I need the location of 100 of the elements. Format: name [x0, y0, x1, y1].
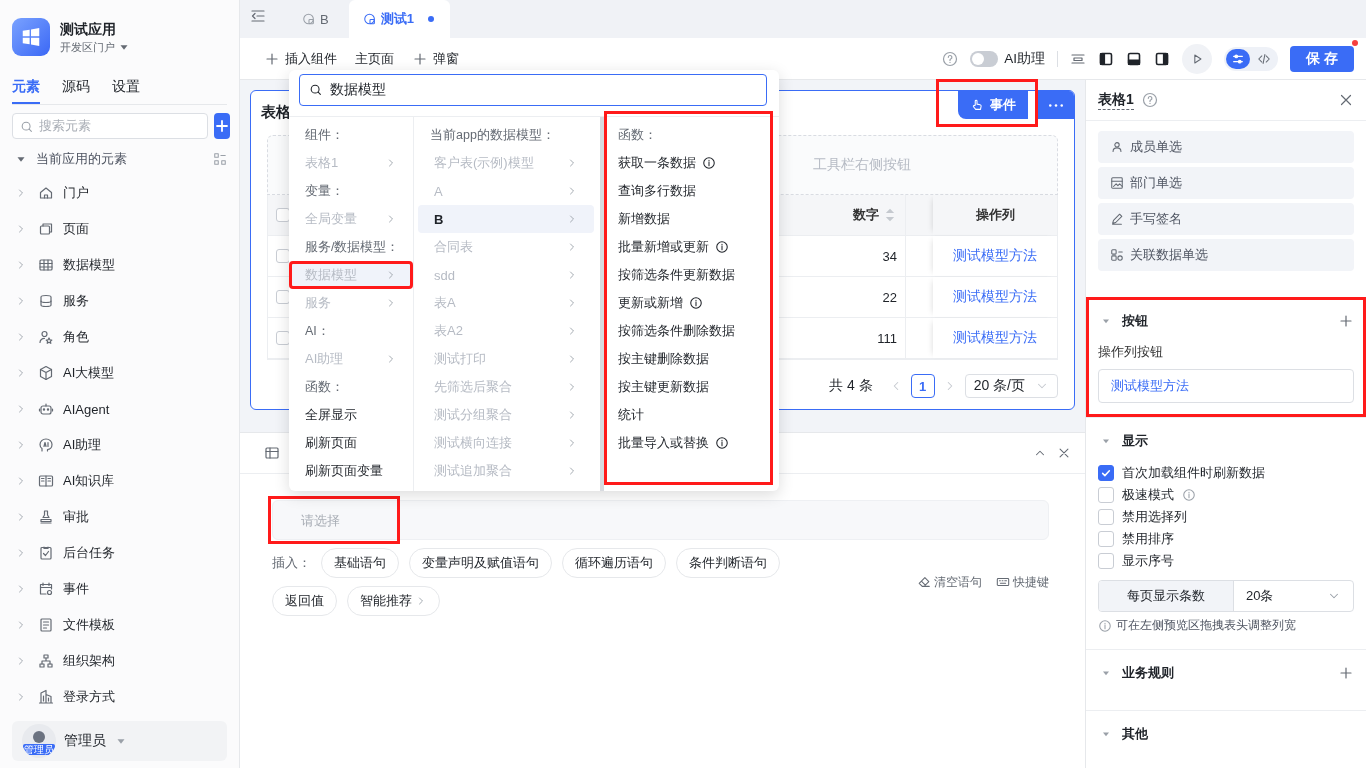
user-menu[interactable]: 管理员 管理员 [12, 721, 227, 761]
tree-item[interactable]: AI知识库 [12, 463, 227, 499]
menu-item[interactable]: 按筛选条件更新数据 [604, 261, 773, 289]
home-icon [38, 185, 54, 201]
tree-item[interactable]: AI助理 [12, 427, 227, 463]
editor-tool[interactable]: 清空语句 [917, 573, 982, 591]
ai-toggle[interactable] [970, 50, 999, 67]
section-title: 业务规则 [1122, 664, 1174, 682]
table-cell: 22 [882, 289, 897, 305]
help-icon[interactable] [942, 50, 959, 67]
tree-item[interactable]: AI大模型 [12, 355, 227, 391]
search-field[interactable]: 搜索元素 [12, 113, 208, 139]
plus-icon[interactable] [1338, 313, 1354, 329]
menu-item[interactable]: 全屏显示 [289, 401, 413, 429]
menu-item[interactable]: 按主键更新数据 [604, 373, 773, 401]
bottom-panel-icon[interactable] [1126, 50, 1142, 67]
expression-field[interactable]: 请选择 [272, 500, 1049, 540]
menu-item[interactable]: 统计 [604, 401, 773, 429]
building-icon [38, 689, 54, 705]
view-mode-button[interactable] [1226, 48, 1250, 69]
more-button[interactable] [1038, 91, 1074, 119]
checkbox[interactable] [1098, 465, 1114, 481]
tree-item[interactable]: AIAgent [12, 391, 227, 427]
editor-tab[interactable]: B [286, 0, 345, 38]
tree-item[interactable]: 页面 [12, 211, 227, 247]
add-button[interactable] [214, 113, 230, 139]
sidebar-tab[interactable]: 元素 [12, 72, 40, 104]
user-name: 管理员 [64, 732, 106, 750]
editor-tab[interactable]: 测试1 [348, 0, 450, 38]
menu-group-label: 服务/数据模型： [304, 238, 401, 256]
table-row-link[interactable]: 测试模型方法 [953, 247, 1037, 265]
menu-item[interactable]: 刷新页面 [289, 429, 413, 457]
left-panel-icon[interactable] [1098, 50, 1114, 67]
tree-item[interactable]: 审批 [12, 499, 227, 535]
toolbar-action[interactable]: 主页面 [355, 49, 394, 68]
tree-item[interactable]: 门户 [12, 175, 227, 211]
windows-icon [20, 26, 42, 48]
menu-group-label: AI： [304, 322, 331, 340]
menu-item[interactable]: 批量导入或替换 [604, 429, 773, 457]
toolbar-action[interactable]: 插入组件 [264, 49, 337, 68]
tree-item[interactable]: 登录方式 [12, 679, 227, 715]
menu-item[interactable]: 查询多行数据 [604, 177, 773, 205]
page-size-field[interactable]: 每页显示条数 20条 [1098, 580, 1354, 612]
cube-icon [38, 365, 54, 381]
menu-item[interactable]: 更新或新增 [604, 289, 773, 317]
help-icon[interactable] [1141, 92, 1158, 108]
menu-item[interactable]: 批量新增或更新 [604, 233, 773, 261]
drop-zone-label: 工具栏右侧按钮 [813, 156, 911, 174]
tree-item[interactable]: 组织架构 [12, 643, 227, 679]
keyboard-icon [996, 575, 1010, 589]
field-type-item[interactable]: 手写签名 [1098, 203, 1354, 235]
insert-label: 插入： [272, 554, 311, 572]
menu-item[interactable]: 按筛选条件删除数据 [604, 317, 773, 345]
portal-switcher[interactable]: 开发区门户 [60, 39, 131, 55]
clipboard-icon [38, 545, 54, 561]
tree-item[interactable]: 事件 [12, 571, 227, 607]
menu-item[interactable]: 获取一条数据 [604, 149, 773, 177]
sidebar-tab[interactable]: 源码 [62, 72, 90, 104]
person-icon [38, 329, 54, 345]
editor-tool[interactable]: 快捷键 [996, 573, 1049, 591]
close-icon[interactable] [1057, 446, 1071, 460]
robot-icon [38, 401, 54, 417]
table-cell: 34 [882, 248, 897, 264]
tree-item[interactable]: 文件模板 [12, 607, 227, 643]
pointer-icon [970, 98, 984, 112]
menu-item[interactable]: 刷新页面变量 [289, 457, 413, 485]
close-icon[interactable] [1338, 92, 1354, 108]
field-type-item[interactable]: 部门单选 [1098, 167, 1354, 199]
menu-group-label: 变量： [304, 182, 345, 200]
table-row-link[interactable]: 测试模型方法 [953, 288, 1037, 306]
menu-item[interactable]: 新增数据 [604, 205, 773, 233]
plus-icon[interactable] [1338, 665, 1354, 681]
column-header: 操作列 [975, 206, 1015, 224]
right-panel-icon[interactable] [1154, 50, 1170, 67]
toggle-label: AI助理 [1004, 49, 1045, 68]
sidebar-tab[interactable]: 设置 [112, 72, 140, 104]
tree-item[interactable]: 后台任务 [12, 535, 227, 571]
button-config-item[interactable]: 测试模型方法 [1098, 369, 1354, 403]
search-field[interactable]: 数据模型 [299, 74, 767, 106]
tree-item[interactable]: 数据模型 [12, 247, 227, 283]
collapse-sidebar-icon[interactable] [250, 8, 266, 24]
event-button[interactable]: 事件 [958, 91, 1028, 119]
sort-icon[interactable] [883, 208, 897, 222]
menu-item[interactable]: B [418, 205, 594, 233]
tree-item[interactable]: 服务 [12, 283, 227, 319]
org-chart-icon [38, 653, 54, 669]
table-row-link[interactable]: 测试模型方法 [953, 329, 1037, 347]
checkbox-label: 极速模式 [1122, 486, 1174, 504]
field-type-item[interactable]: 成员单选 [1098, 131, 1354, 163]
image-icon [1110, 176, 1124, 190]
preview-button[interactable] [1182, 43, 1212, 74]
page-button[interactable]: 1 [910, 374, 935, 398]
checkbox-label: 禁用排序 [1122, 530, 1174, 548]
menu-item[interactable]: 按主键删除数据 [604, 345, 773, 373]
save-button[interactable]: 保 存 [1290, 45, 1354, 72]
tree-item[interactable]: 角色 [12, 319, 227, 355]
field-type-item[interactable]: 关联数据单选 [1098, 239, 1354, 271]
app-name: 测试应用 [60, 20, 117, 39]
toolbar-action[interactable]: 弹窗 [412, 49, 459, 68]
page-size-select[interactable]: 20 条/页 [964, 374, 1058, 398]
